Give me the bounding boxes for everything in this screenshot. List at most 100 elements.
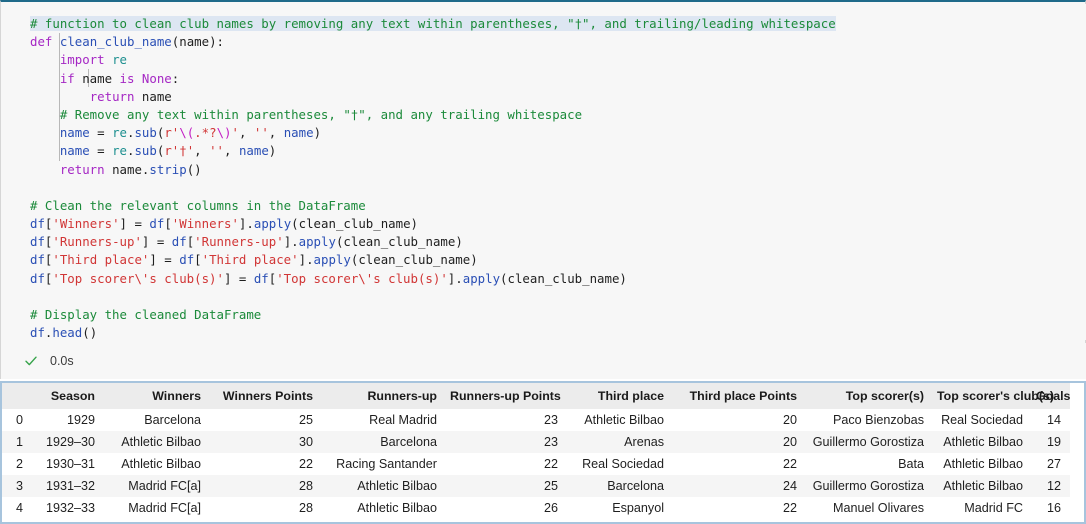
code-line[interactable]: def clean_club_name(name): <box>1 33 1086 51</box>
code-token-plain: [ <box>194 252 202 268</box>
code-line-blank[interactable] <box>1 179 1086 197</box>
cell-runners-up-points: 23 <box>446 409 567 431</box>
code-token-keyword: return <box>89 88 135 104</box>
code-token-plain: . <box>246 216 254 232</box>
execution-time-label: 0.0s <box>50 354 74 368</box>
dataframe-col-header: Third place Points <box>673 383 806 409</box>
code-line[interactable]: df.head() <box>1 324 1086 340</box>
code-token-variable: df <box>30 234 45 250</box>
code-token-string: 'Winners' <box>52 216 120 232</box>
code-token-plain: = <box>89 143 113 159</box>
dataframe-col-header: Goals <box>1032 383 1070 409</box>
cell-top-scorer: Manuel Olivares <box>806 497 933 519</box>
cell-top-scorer-club: Real Sociedad <box>933 409 1032 431</box>
code-token-comment: # Clean the relevant columns in the Data… <box>30 197 366 213</box>
code-token-keyword: None <box>141 70 172 86</box>
dataframe-header: Season Winners Winners Points Runners-up… <box>2 383 1070 409</box>
cell-top-scorer-club: Athletic Bilbao <box>933 431 1032 453</box>
cell-goals: 12 <box>1032 475 1070 497</box>
cell-runners-up: Real Madrid <box>322 409 446 431</box>
code-token-method: apply <box>298 234 336 250</box>
code-token-plain: ] <box>298 252 307 268</box>
code-token-plain: ): <box>209 34 224 50</box>
row-index: 0 <box>2 409 32 431</box>
dataframe-body: 0 1929 Barcelona 25 Real Madrid 23 Athle… <box>2 409 1070 519</box>
cell-third-place: Arenas <box>567 431 673 453</box>
code-token-plain: ] <box>119 216 127 232</box>
dataframe-col-header: Top scorer's club(s) <box>933 383 1054 409</box>
code-token-variable: df <box>179 252 195 268</box>
dataframe-col-header: Third place <box>567 383 673 409</box>
dataframe-header-row: Season Winners Winners Points Runners-up… <box>2 383 1070 409</box>
code-token-plain: , <box>268 125 284 141</box>
code-token-plain: = <box>156 252 180 268</box>
cell-winners: Athletic Bilbao <box>104 431 210 453</box>
code-token-variable: df <box>30 325 45 340</box>
cell-winners-points: 25 <box>210 409 322 431</box>
cell-third-place-points: 20 <box>673 409 806 431</box>
code-line[interactable]: # Remove any text within parentheses, "†… <box>1 106 1086 124</box>
code-token-comment: # function to clean club names by removi… <box>30 16 836 31</box>
cell-third-place: Real Sociedad <box>567 453 673 475</box>
code-token-method: apply <box>253 216 292 232</box>
table-row: 3 1931–32 Madrid FC[a] 28 Athletic Bilba… <box>2 475 1070 497</box>
code-line[interactable]: # Clean the relevant columns in the Data… <box>1 197 1086 215</box>
code-line[interactable]: return name <box>1 88 1086 106</box>
dataframe-col-header: Runners-up Points <box>446 383 567 409</box>
code-token-plain: clean_club_name <box>343 234 456 250</box>
code-token-plain: name. <box>104 161 150 177</box>
code-token-plain: = <box>89 125 113 141</box>
code-token-string: r' <box>164 125 180 141</box>
code-token-module: re <box>112 125 127 141</box>
code-token-plain: . <box>306 252 314 268</box>
code-token-string: 'Top scorer\'s club(s)' <box>276 270 448 286</box>
code-line[interactable]: df['Runners-up'] = df['Runners-up'].appl… <box>1 233 1086 251</box>
cell-goals: 19 <box>1032 431 1070 453</box>
code-line[interactable]: df['Third place'] = df['Third place'].ap… <box>1 251 1086 269</box>
code-token-method: apply <box>313 252 351 268</box>
code-line[interactable]: df['Winners'] = df['Winners'].apply(clea… <box>1 215 1086 233</box>
code-token-method: sub <box>134 143 157 159</box>
cell-winners: Madrid FC[a] <box>104 497 210 519</box>
row-index: 1 <box>2 431 32 453</box>
code-token-plain: ) <box>619 270 627 286</box>
code-token-string: ' <box>231 125 239 141</box>
code-token-plain: ( <box>291 216 299 232</box>
code-line[interactable]: return name.strip() <box>1 161 1086 179</box>
dataframe-col-header: Winners <box>104 383 210 409</box>
cell-runners-up-points: 23 <box>446 431 567 453</box>
code-token-variable: df <box>149 216 165 232</box>
code-line-blank[interactable] <box>1 288 1086 306</box>
code-line[interactable]: # function to clean club names by removi… <box>1 15 1086 33</box>
code-token-plain: : <box>171 70 180 86</box>
code-line[interactable]: # Display the cleaned DataFrame <box>1 306 1086 324</box>
code-token-plain: = <box>149 234 172 250</box>
notebook-code-cell[interactable]: # function to clean club names by removi… <box>0 0 1086 379</box>
cell-goals: 16 <box>1032 497 1070 519</box>
cell-top-scorer-club: Madrid FC <box>933 497 1032 519</box>
cell-third-place: Barcelona <box>567 475 673 497</box>
notebook-screenshot: # function to clean club names by removi… <box>0 0 1086 524</box>
cell-third-place-points: 22 <box>673 497 806 519</box>
code-token-string: '' <box>253 125 269 141</box>
code-token-plain: () <box>82 325 98 340</box>
cell-runners-up: Athletic Bilbao <box>322 475 446 497</box>
cell-runners-up-points: 25 <box>446 475 567 497</box>
code-line[interactable]: name = re.sub(r'\(.*?\)', '', name) <box>1 124 1086 142</box>
cell-runners-up: Athletic Bilbao <box>322 497 446 519</box>
cell-third-place-points: 20 <box>673 431 806 453</box>
code-editor[interactable]: # function to clean club names by removi… <box>1 4 1086 340</box>
cell-third-place: Espanyol <box>567 497 673 519</box>
code-line[interactable]: name = re.sub(r'†', '', name) <box>1 142 1086 160</box>
code-token-plain: . <box>291 234 299 250</box>
cell-winners: Athletic Bilbao <box>104 453 210 475</box>
code-line[interactable]: import re <box>1 51 1086 69</box>
code-line[interactable]: df['Top scorer\'s club(s)'] = df['Top sc… <box>1 270 1086 288</box>
code-token-keyword: def <box>30 34 53 50</box>
code-line[interactable]: if name is None: <box>1 70 1086 88</box>
cell-runners-up: Racing Santander <box>322 453 446 475</box>
code-token-keyword: return <box>59 161 105 177</box>
code-token-plain: clean_club_name <box>298 216 411 232</box>
table-row: 1 1929–30 Athletic Bilbao 30 Barcelona 2… <box>2 431 1070 453</box>
cell-goals: 14 <box>1032 409 1070 431</box>
